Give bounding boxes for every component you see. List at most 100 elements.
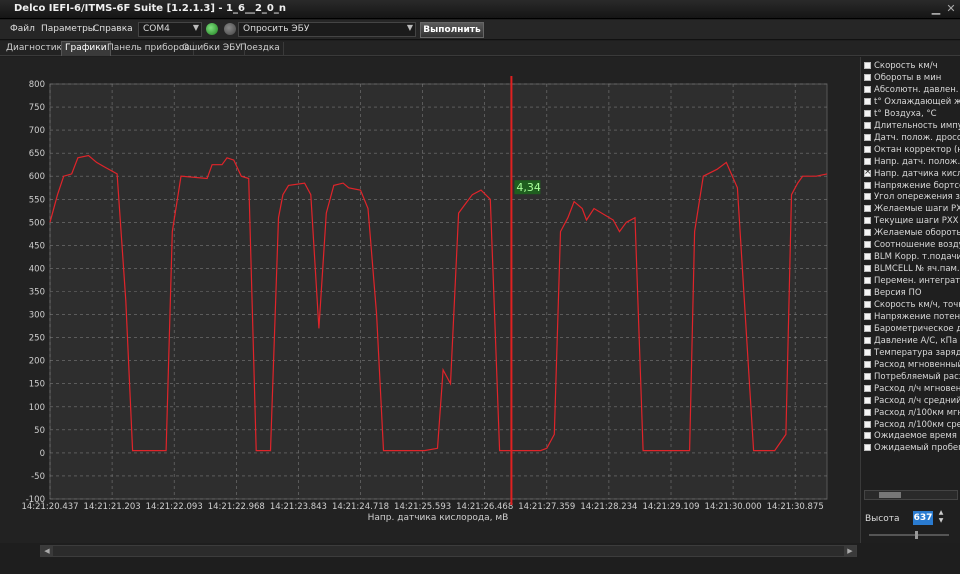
param-item[interactable]: Перемен. интеграто xyxy=(864,276,960,288)
chart-scrollbar[interactable]: ◀ ▶ xyxy=(40,545,857,557)
gear-icon[interactable] xyxy=(224,23,236,35)
param-checkbox[interactable] xyxy=(864,97,871,105)
param-checkbox[interactable] xyxy=(864,324,871,332)
param-item[interactable]: Желаемые обороть xyxy=(864,228,960,240)
param-label: Угол опережения за xyxy=(874,192,960,203)
param-checkbox[interactable] xyxy=(864,133,871,141)
param-item[interactable]: Расход л/100км мгн xyxy=(864,408,960,420)
param-item[interactable]: Температура заряд xyxy=(864,348,960,360)
param-item[interactable]: Расход л/ч мгновен xyxy=(864,384,960,396)
y-tick-label: 550 xyxy=(29,195,45,205)
param-checkbox[interactable] xyxy=(864,432,871,440)
param-checkbox[interactable] xyxy=(864,420,871,428)
param-checkbox[interactable] xyxy=(864,73,871,81)
param-checkbox[interactable] xyxy=(864,372,871,380)
param-checkbox[interactable] xyxy=(864,384,871,392)
param-item[interactable]: Текущие шаги РХХ xyxy=(864,216,960,228)
x-tick-label: 14:21:25.593 xyxy=(394,502,451,512)
param-checkbox[interactable] xyxy=(864,109,871,117)
param-item[interactable]: Ожидаемое время р xyxy=(864,431,960,443)
param-checkbox[interactable] xyxy=(864,157,871,165)
tab-ecu-errors[interactable]: Ошибки ЭБУ xyxy=(179,42,245,56)
menu-help[interactable]: Справка xyxy=(93,24,133,34)
param-checkbox[interactable] xyxy=(864,277,871,285)
param-label: Расход л/ч мгновен xyxy=(874,383,960,394)
param-checkbox[interactable] xyxy=(864,85,871,93)
param-item[interactable]: Расход мгновенный xyxy=(864,360,960,372)
param-checkbox[interactable] xyxy=(864,62,871,69)
param-item[interactable]: Давление A/C, кПа xyxy=(864,336,960,348)
query-select[interactable]: Опросить ЭБУ ▼ xyxy=(238,22,416,37)
tab-trip[interactable]: Поездка xyxy=(237,42,284,56)
param-item[interactable]: Угол опережения за xyxy=(864,192,960,204)
param-item[interactable]: Потребляемый расх xyxy=(864,372,960,384)
x-tick-label: 14:21:27.359 xyxy=(518,502,575,512)
run-button[interactable]: Выполнить xyxy=(420,22,484,38)
oxygen-sensor-chart[interactable]: -100-50050100150200250300350400450500550… xyxy=(0,57,860,543)
param-item[interactable]: Расход л/ч средний xyxy=(864,396,960,408)
param-checkbox[interactable] xyxy=(864,348,871,356)
param-checkbox[interactable] xyxy=(864,169,872,177)
param-checkbox[interactable] xyxy=(864,193,871,201)
param-item[interactable]: BLMCELL № яч.пам. xyxy=(864,264,960,276)
param-checkbox[interactable] xyxy=(864,312,871,320)
param-checkbox[interactable] xyxy=(864,444,871,452)
param-item[interactable]: Напр. датч. полож. д xyxy=(864,157,960,169)
param-item[interactable]: Скорость км/ч xyxy=(864,61,960,73)
y-tick-label: 300 xyxy=(29,311,45,321)
param-label: Абсолютн. давлен. в xyxy=(874,84,960,95)
height-input[interactable]: 637 xyxy=(913,511,933,525)
param-checkbox[interactable] xyxy=(864,253,871,261)
y-tick-label: 250 xyxy=(29,334,45,344)
param-checkbox[interactable] xyxy=(864,229,871,237)
height-stepper[interactable]: ▲ ▼ xyxy=(936,509,946,527)
param-item[interactable]: Барометрическое д xyxy=(864,324,960,336)
menu-parameters[interactable]: Параметры xyxy=(41,24,95,34)
param-item[interactable]: Датч. полож. дроссе xyxy=(864,133,960,145)
param-checkbox[interactable] xyxy=(864,205,871,213)
param-label: Обороты в мин xyxy=(874,72,942,83)
minimize-icon[interactable]: ▁ xyxy=(929,2,943,16)
menu-file[interactable]: Файл xyxy=(10,24,35,34)
param-item[interactable]: Желаемые шаги РХ xyxy=(864,204,960,216)
param-item[interactable]: Ожидаемый пробег xyxy=(864,443,960,455)
param-checkbox[interactable] xyxy=(864,408,871,416)
param-checkbox[interactable] xyxy=(864,289,871,297)
param-label: Датч. полож. дроссе xyxy=(874,132,960,143)
param-item[interactable]: Скорость км/ч, точн xyxy=(864,300,960,312)
port-select[interactable]: COM4 ▼ xyxy=(138,22,202,37)
y-tick-label: 400 xyxy=(29,264,45,274)
scroll-left-icon[interactable]: ◀ xyxy=(41,546,53,556)
param-checkbox[interactable] xyxy=(864,396,871,404)
param-item[interactable]: Абсолютн. давлен. в xyxy=(864,85,960,97)
scroll-right-icon[interactable]: ▶ xyxy=(844,546,856,556)
param-item[interactable]: Длительность импу xyxy=(864,121,960,133)
param-item[interactable]: Напр. датчика кисло xyxy=(864,169,960,181)
param-item[interactable]: Напряжение бортсе xyxy=(864,181,960,193)
param-scroll-thumb[interactable] xyxy=(879,492,901,498)
param-checkbox[interactable] xyxy=(864,301,871,308)
param-item[interactable]: Расход л/100км сре xyxy=(864,420,960,432)
param-item[interactable]: Версия ПО xyxy=(864,288,960,300)
param-label: Желаемые шаги РХ xyxy=(874,204,960,215)
param-item[interactable]: Октан корректор (не xyxy=(864,145,960,157)
param-checkbox[interactable] xyxy=(864,336,871,344)
param-checkbox[interactable] xyxy=(864,360,871,368)
param-checkbox[interactable] xyxy=(864,265,871,273)
param-item[interactable]: Напряжение потенц xyxy=(864,312,960,324)
param-item[interactable]: Обороты в мин xyxy=(864,73,960,85)
height-slider[interactable] xyxy=(869,531,949,539)
param-checkbox[interactable] xyxy=(864,145,871,153)
connect-icon[interactable] xyxy=(206,23,218,35)
param-item[interactable]: t° Охлаждающей жид xyxy=(864,97,960,109)
param-checkbox[interactable] xyxy=(864,217,871,225)
close-icon[interactable]: ✕ xyxy=(944,2,958,16)
param-checkbox[interactable] xyxy=(864,181,871,189)
param-item[interactable]: BLM Корр. т.подачи xyxy=(864,252,960,264)
param-checkbox[interactable] xyxy=(864,121,871,129)
param-item[interactable]: t° Воздуха, °С xyxy=(864,109,960,121)
param-checkbox[interactable] xyxy=(864,241,871,249)
param-item[interactable]: Соотношение возду xyxy=(864,240,960,252)
param-scrollbar[interactable] xyxy=(864,490,958,500)
height-slider-knob[interactable] xyxy=(915,531,918,539)
